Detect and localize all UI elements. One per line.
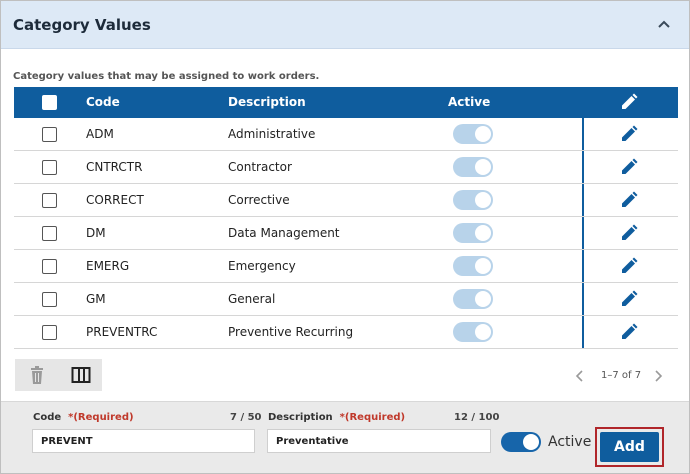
pencil-icon[interactable] xyxy=(620,191,638,209)
panel-hint: Category values that may be assigned to … xyxy=(13,71,320,82)
toggle-knob xyxy=(475,324,491,340)
chevron-left-icon[interactable] xyxy=(573,369,587,383)
column-divider xyxy=(582,250,584,282)
column-header-description[interactable]: Description xyxy=(228,95,306,109)
row-description: Emergency xyxy=(228,259,296,273)
row-active-toggle[interactable] xyxy=(453,223,493,243)
toggle-knob xyxy=(475,192,491,208)
row-description: Administrative xyxy=(228,127,316,141)
pencil-icon[interactable] xyxy=(620,323,638,341)
row-checkbox[interactable] xyxy=(42,127,57,142)
pencil-icon[interactable] xyxy=(620,257,638,275)
category-values-panel: Category Values Category values that may… xyxy=(0,0,690,474)
row-code: CORRECT xyxy=(86,193,144,207)
table-row[interactable]: DM Data Management xyxy=(14,217,678,250)
add-category-form: Code *(Required) 7 / 50 Description *(Re… xyxy=(1,401,689,473)
add-button[interactable]: Add xyxy=(600,432,659,462)
columns-icon[interactable] xyxy=(71,366,91,384)
pencil-icon[interactable] xyxy=(620,290,638,308)
pagination: 1–7 of 7 xyxy=(573,369,673,385)
row-description: Corrective xyxy=(228,193,290,207)
pencil-icon[interactable] xyxy=(620,158,638,176)
code-char-count: 7 / 50 xyxy=(230,412,262,423)
toggle-knob xyxy=(475,159,491,175)
table-body: ADM Administrative CNTRCTR Contractor CORREC… xyxy=(14,118,678,349)
toggle-knob xyxy=(475,225,491,241)
table-row[interactable]: GM General xyxy=(14,283,678,316)
select-all-checkbox[interactable] xyxy=(42,95,57,110)
row-description: General xyxy=(228,292,276,306)
column-divider xyxy=(582,184,584,216)
code-label: Code *(Required) xyxy=(33,412,134,423)
row-active-toggle[interactable] xyxy=(453,256,493,276)
row-checkbox[interactable] xyxy=(42,292,57,307)
toggle-knob xyxy=(475,258,491,274)
row-checkbox[interactable] xyxy=(42,160,57,175)
table-row[interactable]: ADM Administrative xyxy=(14,118,678,151)
trash-icon[interactable] xyxy=(27,365,47,385)
add-button-highlight: Add xyxy=(595,427,664,467)
table-toolbar xyxy=(15,359,102,391)
table-row[interactable]: EMERG Emergency xyxy=(14,250,678,283)
column-divider xyxy=(582,118,584,150)
row-description: Data Management xyxy=(228,226,340,240)
column-divider xyxy=(582,217,584,249)
toggle-knob xyxy=(523,434,539,450)
panel-title: Category Values xyxy=(13,16,151,34)
toggle-knob xyxy=(475,291,491,307)
column-divider xyxy=(582,283,584,315)
description-input[interactable] xyxy=(267,429,491,453)
row-checkbox[interactable] xyxy=(42,259,57,274)
description-required: *(Required) xyxy=(339,412,406,423)
column-header-active[interactable]: Active xyxy=(448,95,490,109)
description-label: Description *(Required) xyxy=(268,412,406,423)
row-code: GM xyxy=(86,292,106,306)
row-active-toggle[interactable] xyxy=(453,190,493,210)
table-row[interactable]: PREVENTRC Preventive Recurring xyxy=(14,316,678,349)
table-row[interactable]: CNTRCTR Contractor xyxy=(14,151,678,184)
row-code: ADM xyxy=(86,127,114,141)
pencil-icon[interactable] xyxy=(620,93,638,111)
row-checkbox[interactable] xyxy=(42,193,57,208)
row-checkbox[interactable] xyxy=(42,325,57,340)
row-checkbox[interactable] xyxy=(42,226,57,241)
row-description: Contractor xyxy=(228,160,292,174)
column-divider xyxy=(582,316,584,348)
table-row[interactable]: CORRECT Corrective xyxy=(14,184,678,217)
row-active-toggle[interactable] xyxy=(453,157,493,177)
row-description: Preventive Recurring xyxy=(228,325,354,339)
panel-header[interactable]: Category Values xyxy=(1,1,689,49)
chevron-up-icon[interactable] xyxy=(655,15,673,33)
column-divider xyxy=(582,151,584,183)
pencil-icon[interactable] xyxy=(620,224,638,242)
active-toggle-label: Active xyxy=(548,434,592,450)
toggle-knob xyxy=(475,126,491,142)
row-code: EMERG xyxy=(86,259,130,273)
chevron-right-icon[interactable] xyxy=(651,369,665,383)
row-active-toggle[interactable] xyxy=(453,322,493,342)
category-values-table: Code Description Active ADM Administrativ… xyxy=(14,87,678,349)
active-toggle[interactable] xyxy=(501,432,541,452)
description-char-count: 12 / 100 xyxy=(454,412,500,423)
row-code: CNTRCTR xyxy=(86,160,143,174)
row-active-toggle[interactable] xyxy=(453,124,493,144)
row-code: PREVENTRC xyxy=(86,325,158,339)
row-active-toggle[interactable] xyxy=(453,289,493,309)
table-header: Code Description Active xyxy=(14,87,678,118)
column-header-code[interactable]: Code xyxy=(86,95,120,109)
code-input[interactable] xyxy=(32,429,255,453)
pencil-icon[interactable] xyxy=(620,125,638,143)
code-required: *(Required) xyxy=(68,412,134,423)
pagination-info: 1–7 of 7 xyxy=(601,370,642,381)
row-code: DM xyxy=(86,226,106,240)
